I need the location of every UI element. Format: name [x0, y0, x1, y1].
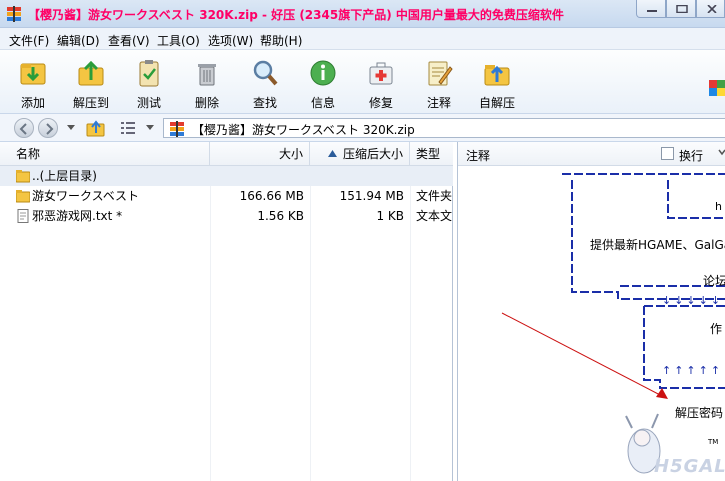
folder-icon — [16, 190, 30, 203]
menu-file[interactable]: 文件(F) — [9, 32, 49, 49]
close-icon — [707, 5, 717, 13]
wrap-label: 换行 — [679, 149, 704, 163]
comment-label: 注释 — [426, 96, 451, 110]
table-row[interactable]: 游女ワークスベスト 166.66 MB 151.94 MB 文件夹 — [0, 186, 453, 206]
window-title: 【樱乃酱】游女ワークスベスト 320K.zip - 好压 (2345旗下产品) … — [28, 8, 564, 22]
comment-line-h: h — [715, 200, 722, 213]
info-button[interactable]: 信息 — [293, 56, 353, 112]
file-name: 游女ワークスベスト — [32, 189, 140, 203]
column-size[interactable]: 大小 — [210, 142, 310, 166]
arrow-right-icon — [46, 123, 54, 135]
comment-pane: 注释 换行 h 提供最新HGAME、GalGame 论坛 ↓↓ — [457, 142, 725, 481]
haozip-app-icon[interactable] — [6, 6, 22, 22]
first-aid-kit-icon — [369, 62, 393, 85]
file-packed-size: 1 KB — [376, 209, 404, 223]
menu-bar: 文件(F) 编辑(D) 查看(V) 工具(O) 选项(W) 帮助(H) — [0, 28, 725, 50]
close-button[interactable] — [696, 0, 725, 18]
file-size: 1.56 KB — [257, 209, 304, 223]
forward-button[interactable] — [38, 118, 58, 138]
toolbar: 添加 解压到 测试 删除 查找 信息 修复 注释 自解压 — [0, 50, 725, 114]
view-dropdown-icon[interactable] — [145, 124, 155, 132]
comment-line-zuo: 作 — [710, 322, 723, 336]
column-packed[interactable]: 压缩后大小 — [310, 142, 410, 166]
test-button[interactable]: 测试 — [119, 56, 179, 112]
file-list: 名称 大小 压缩后大小 类型 ..(上层目录) 游女ワークスベスト 166.66… — [0, 142, 453, 481]
wrap-checkbox[interactable] — [661, 147, 674, 160]
info-label: 信息 — [310, 96, 335, 110]
file-type: 文件夹 — [416, 189, 453, 203]
ascii-frame-drawing — [501, 173, 725, 474]
file-name: 邪恶游戏网.txt * — [32, 209, 123, 223]
file-type: 文本文 — [416, 209, 453, 223]
column-type[interactable]: 类型 — [410, 142, 453, 166]
comment-button[interactable]: 注释 — [409, 56, 469, 112]
file-name: ..(上层目录) — [32, 169, 97, 183]
history-dropdown-icon[interactable] — [66, 124, 76, 132]
test-label: 测试 — [136, 96, 161, 110]
self-extract-icon — [484, 65, 510, 86]
zip-archive-icon — [170, 121, 184, 137]
text-file-icon — [17, 209, 29, 223]
notepad-pencil-icon — [428, 61, 453, 86]
delete-label: 删除 — [194, 96, 219, 110]
address-bar: 【樱乃酱】游女ワークスベスト 320K.zip — [0, 114, 725, 142]
repair-label: 修复 — [368, 96, 393, 110]
sfx-label: 自解压 — [478, 96, 515, 110]
address-field[interactable]: 【樱乃酱】游女ワークスベスト 320K.zip — [163, 118, 725, 138]
address-path: 【樱乃酱】游女ワークスベスト 320K.zip — [192, 123, 415, 137]
add-label: 添加 — [20, 96, 45, 110]
maximize-icon — [676, 5, 688, 13]
menu-edit[interactable]: 编辑(D) — [57, 32, 100, 49]
column-name[interactable]: 名称 — [0, 142, 210, 166]
comment-line-password: 解压密码 — [675, 406, 724, 420]
maximize-button[interactable] — [666, 0, 696, 18]
trademark-mark: TM — [708, 438, 719, 446]
up-folder-icon[interactable] — [86, 119, 106, 137]
trash-icon — [198, 64, 216, 86]
comment-line-site: 提供最新HGAME、GalGame — [590, 238, 725, 252]
column-packed-label: 压缩后大小 — [342, 147, 403, 161]
minimize-button[interactable] — [636, 0, 666, 18]
minimize-icon — [647, 10, 657, 12]
menu-help[interactable]: 帮助(H) — [260, 32, 302, 49]
magnifier-icon — [253, 60, 278, 86]
test-clipboard-icon — [139, 60, 159, 87]
sort-ascending-icon — [327, 150, 337, 157]
menu-tools[interactable]: 工具(O) — [157, 32, 200, 49]
delete-button[interactable]: 删除 — [177, 56, 237, 112]
back-button[interactable] — [14, 118, 34, 138]
view-mode-icon[interactable] — [120, 121, 136, 135]
table-row[interactable]: ..(上层目录) — [0, 166, 453, 186]
comment-text-area[interactable]: h 提供最新HGAME、GalGame 论坛 ↓↓↓↓↓↓ 作 ↑↑↑↑↑↑ 解… — [458, 166, 725, 481]
find-label: 查找 — [252, 96, 277, 110]
repair-button[interactable]: 修复 — [351, 56, 411, 112]
menu-options[interactable]: 选项(W) — [208, 32, 253, 49]
add-button[interactable]: 添加 — [3, 56, 63, 112]
parent-folder-icon — [16, 170, 30, 183]
extract-to-label: 解压到 — [72, 96, 109, 110]
extract-to-button[interactable]: 解压到 — [61, 56, 121, 112]
title-bar: 【樱乃酱】游女ワークスベスト 320K.zip - 好压 (2345旗下产品) … — [0, 0, 725, 28]
color-palette-icon[interactable] — [709, 80, 725, 96]
arrow-left-icon — [19, 123, 27, 135]
table-row[interactable]: 邪恶游戏网.txt * 1.56 KB 1 KB 文本文 — [0, 206, 453, 226]
menu-view[interactable]: 查看(V) — [108, 32, 150, 49]
comment-line-arrows-down: ↓↓↓↓↓↓ — [662, 294, 725, 307]
file-packed-size: 151.94 MB — [339, 189, 404, 203]
extract-icon — [78, 60, 104, 86]
file-size: 166.66 MB — [239, 189, 304, 203]
chevron-down-icon[interactable] — [718, 148, 725, 158]
find-button[interactable]: 查找 — [235, 56, 295, 112]
comment-title: 注释 — [466, 149, 491, 163]
comment-line-arrows-up: ↑↑↑↑↑↑ — [662, 364, 725, 377]
comment-header: 注释 换行 — [458, 142, 725, 166]
h5gal-logo-text: H5GAL — [654, 456, 725, 477]
add-archive-icon — [20, 63, 46, 85]
info-icon — [310, 60, 336, 86]
column-headers: 名称 大小 压缩后大小 类型 — [0, 142, 453, 166]
sfx-button[interactable]: 自解压 — [467, 56, 527, 112]
comment-line-forum: 论坛 — [703, 274, 725, 288]
